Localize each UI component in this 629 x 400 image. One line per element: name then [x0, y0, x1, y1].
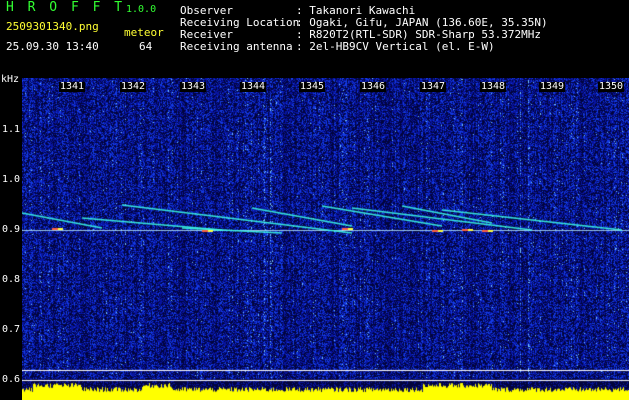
x-tick-label: 1348: [480, 81, 507, 92]
info-value-antenna: : 2el-HB9CV Vertical (el. E-W): [296, 40, 495, 53]
y-tick-label: 0.7: [2, 324, 21, 335]
x-tick-label: 1342: [120, 81, 147, 92]
x-tick-label: 1341: [59, 81, 86, 92]
date-time: 25.09.30 13:40: [6, 40, 99, 53]
x-tick-label: 1345: [299, 81, 326, 92]
header-panel: H R O F F T 1.0.0 2509301340.png meteor …: [0, 0, 629, 72]
x-tick-label: 1346: [360, 81, 387, 92]
x-tick-label: 1343: [180, 81, 207, 92]
y-tick-label: 1.0: [2, 174, 21, 185]
file-name: 2509301340.png: [6, 20, 99, 33]
y-tick-label: 0.8: [2, 274, 21, 285]
y-axis-unit: kHz: [1, 74, 20, 85]
x-tick-label: 1349: [539, 81, 566, 92]
x-tick-label: 1350: [598, 81, 625, 92]
y-tick-label: 1.1: [2, 124, 21, 135]
x-tick-label: 1344: [240, 81, 267, 92]
x-tick-label: 1347: [420, 81, 447, 92]
info-label-antenna: Receiving antenna: [180, 40, 293, 53]
app-title: H R O F F T: [6, 0, 126, 15]
y-tick-label: 0.9: [2, 224, 21, 235]
meteor-label: meteor: [124, 26, 164, 39]
meteor-count: 64: [139, 40, 153, 53]
app-version: 1.0.0: [126, 4, 157, 15]
spectrogram-canvas: [22, 78, 629, 400]
y-tick-label: 0.6: [2, 374, 21, 385]
